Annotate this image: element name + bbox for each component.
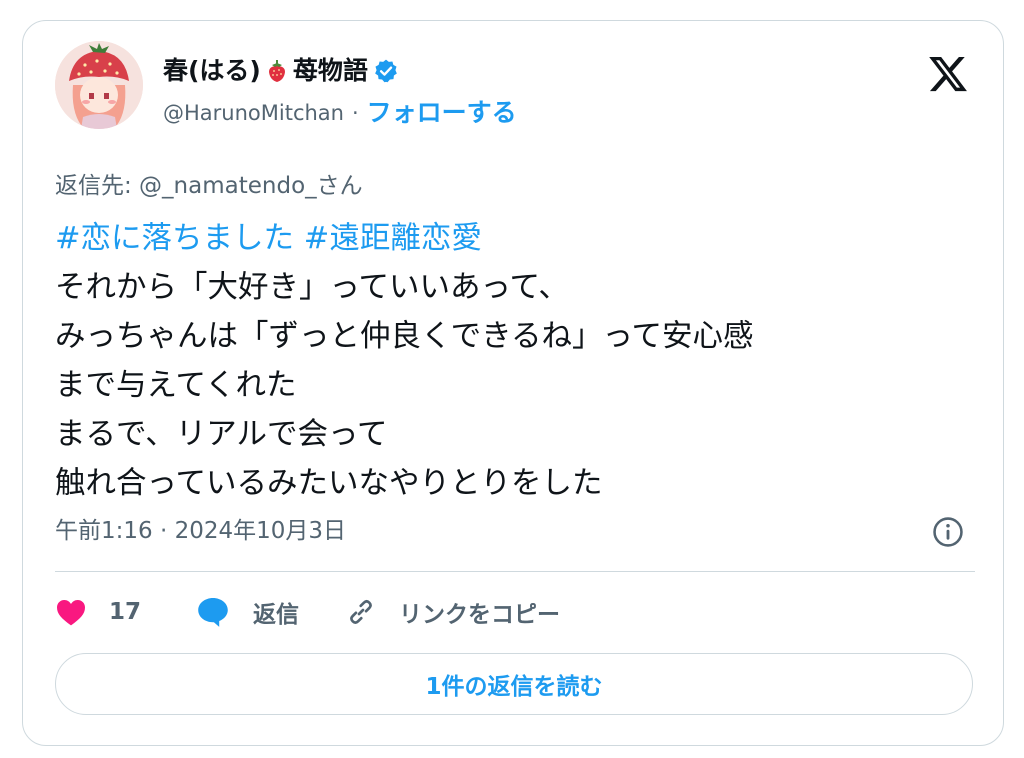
hashtag-link[interactable]: #遠距離恋愛 (304, 221, 482, 256)
reply-label: 返信 (253, 602, 300, 628)
author-display-name[interactable]: 春(はる) 苺物語 (163, 55, 399, 87)
tweet-actions: 17 返信 リンクをコピー (55, 592, 560, 632)
strawberry-hat-girl-avatar-icon (55, 41, 143, 129)
verified-badge-icon (373, 58, 399, 84)
hashtag-line: #恋に落ちました #遠距離恋愛 (55, 214, 985, 263)
follow-button[interactable]: フォローする (367, 99, 517, 127)
avatar[interactable] (55, 41, 143, 129)
tweet-text-line: 触れ合っているみたいなやりとりをした (55, 466, 603, 501)
reply-to-line: 返信先: @_namatendo_さん (55, 173, 363, 199)
divider (55, 571, 975, 572)
x-logo-icon[interactable] (927, 53, 969, 95)
display-name-suffix: 苺物語 (292, 56, 368, 85)
tweet-text-line: まで与えてくれた (55, 368, 297, 403)
tweet-text-line: それから「大好き」っていいあって、 (55, 270, 569, 305)
author-handle[interactable]: @HarunoMitchan (163, 99, 344, 127)
tweet-text-line: まるで、リアルで会って (55, 417, 388, 452)
tweet-timestamp[interactable]: 午前1:16 · 2024年10月3日 (55, 516, 346, 546)
embedded-tweet-card: 春(はる) 苺物語 @HarunoMitchan · フォローする 返信先: @… (22, 20, 1004, 746)
speech-bubble-icon (195, 595, 231, 629)
read-replies-button[interactable]: 1件の返信を読む (55, 653, 973, 715)
reply-button[interactable]: 返信 (195, 595, 299, 629)
tweet-text-line: みっちゃんは「ずっと仲良くできるね」って安心感 (55, 319, 754, 354)
strawberry-icon (267, 59, 287, 83)
hashtag-link[interactable]: #恋に落ちました (55, 221, 294, 256)
link-icon (345, 596, 377, 628)
copy-link-label: リンクをコピー (399, 602, 561, 628)
tweet-text: #恋に落ちました #遠距離恋愛 それから「大好き」っていいあって、 みっちゃんは… (55, 214, 985, 508)
copy-link-button[interactable]: リンクをコピー (345, 595, 560, 629)
author-handle-row: @HarunoMitchan · フォローする (163, 99, 517, 127)
display-name-text: 春(はる) (163, 56, 261, 85)
like-button[interactable]: 17 (55, 597, 141, 627)
separator-dot: · (351, 101, 359, 125)
info-icon[interactable] (931, 515, 965, 549)
heart-icon (55, 597, 87, 627)
like-count: 17 (109, 599, 142, 625)
